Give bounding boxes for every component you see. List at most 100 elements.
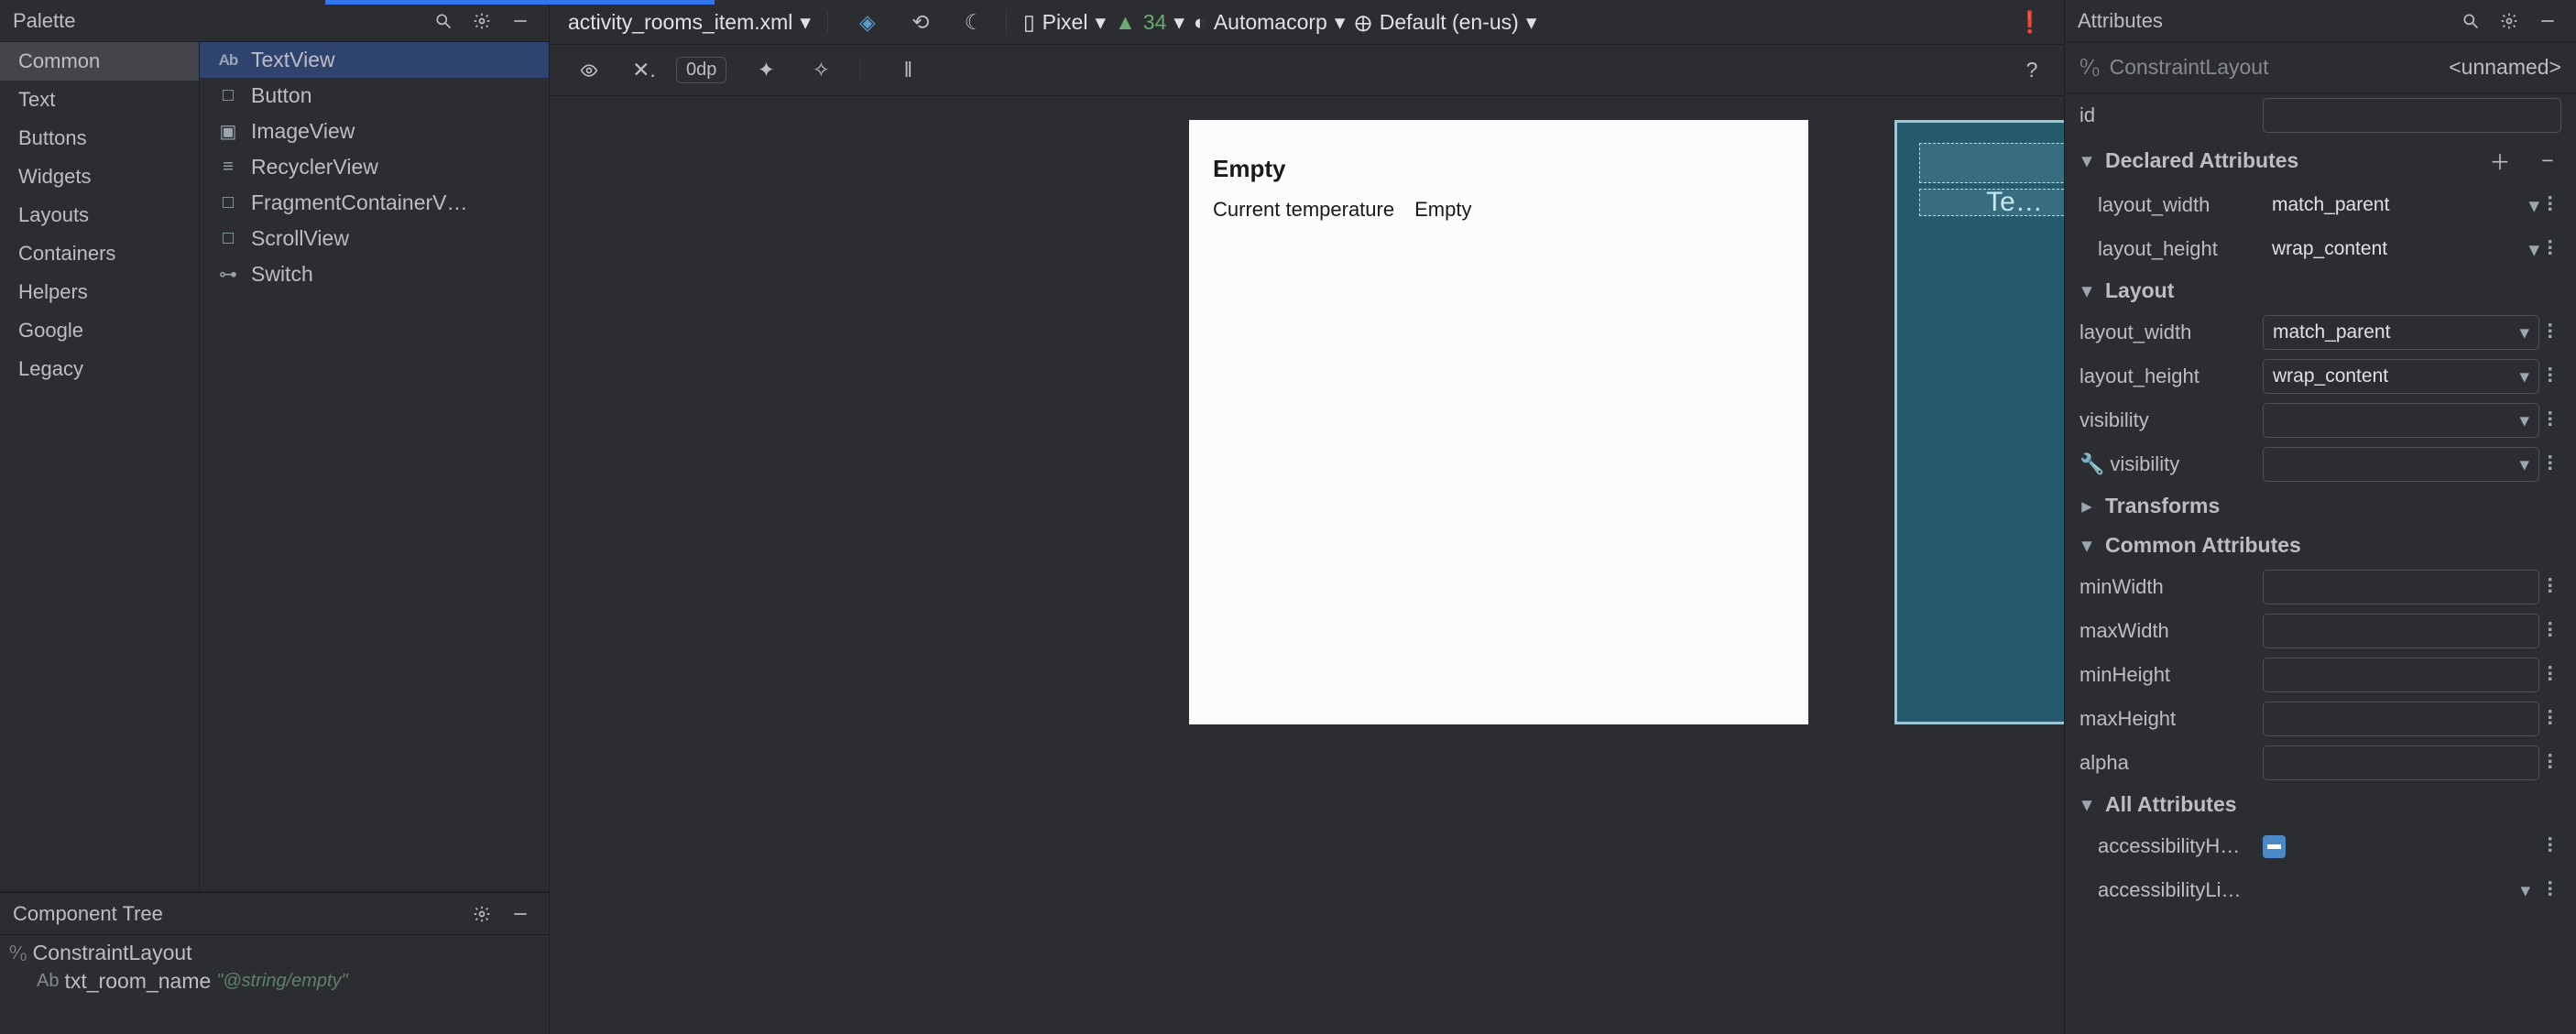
night-mode-icon[interactable]: ☾: [958, 6, 989, 38]
gear-icon[interactable]: [466, 5, 497, 37]
more-icon[interactable]: ⠇: [2545, 663, 2561, 688]
minimize-icon[interactable]: [2532, 5, 2563, 37]
preview-label: Empty: [1414, 198, 1471, 222]
checkbox-indeterminate-icon[interactable]: [2263, 835, 2286, 858]
palette-category-buttons[interactable]: Buttons: [0, 119, 199, 158]
minimize-icon[interactable]: [505, 898, 536, 930]
palette-item-fragment[interactable]: □FragmentContainerV…: [200, 185, 549, 221]
more-icon[interactable]: ⠇: [2545, 408, 2561, 433]
guidelines-icon[interactable]: ‖: [892, 55, 923, 86]
preview-title: Empty: [1189, 120, 1808, 194]
more-icon[interactable]: ⠇: [2545, 878, 2561, 903]
maxheight-input[interactable]: [2263, 702, 2539, 736]
alpha-input[interactable]: [2263, 746, 2539, 780]
section-title: Common Attributes: [2105, 533, 2301, 558]
minheight-input[interactable]: [2263, 658, 2539, 692]
design-mode-icon[interactable]: ◈: [852, 6, 883, 38]
palette-category-legacy[interactable]: Legacy: [0, 350, 199, 388]
file-dropdown[interactable]: activity_rooms_item.xml ▾: [568, 10, 811, 35]
section-common-attributes[interactable]: ▾ Common Attributes: [2065, 526, 2576, 565]
help-icon[interactable]: ?: [2016, 55, 2047, 86]
more-icon[interactable]: ⠇: [2545, 237, 2561, 262]
more-icon[interactable]: ⠇: [2545, 321, 2561, 345]
attr-row-declared-width: layout_width match_parent ▾ ⠇: [2065, 183, 2576, 227]
blueprint-preview[interactable]: TextView Te… TextView: [1894, 120, 2064, 724]
section-title: Layout: [2105, 278, 2174, 303]
attr-label: minWidth: [2079, 575, 2254, 599]
tree-node-label: txt_room_name: [64, 969, 211, 994]
palette-category-widgets[interactable]: Widgets: [0, 158, 199, 196]
palette-categories: Common Text Buttons Widgets Layouts Cont…: [0, 42, 200, 891]
palette-item-recyclerview[interactable]: ≡RecyclerView: [200, 149, 549, 185]
layout-height-dropdown[interactable]: wrap_content▾: [2263, 359, 2539, 394]
section-transforms[interactable]: ▸ Transforms: [2065, 486, 2576, 526]
section-declared-attributes[interactable]: ▾ Declared Attributes ＋ −: [2065, 137, 2576, 183]
eye-icon[interactable]: [573, 55, 605, 86]
palette-category-text[interactable]: Text: [0, 81, 199, 119]
warnings-icon[interactable]: ❗: [2014, 6, 2046, 38]
add-icon[interactable]: ＋: [2484, 145, 2516, 176]
gear-icon[interactable]: [466, 898, 497, 930]
more-icon[interactable]: ⠇: [2545, 707, 2561, 732]
device-picker[interactable]: ▯ Pixel ▾: [1023, 10, 1106, 35]
attr-label: accessibilityH…: [2079, 834, 2254, 858]
api-picker[interactable]: ▲ 34 ▾: [1115, 10, 1184, 35]
more-icon[interactable]: ⠇: [2545, 619, 2561, 644]
autoconnect-icon[interactable]: ✕.: [628, 55, 660, 86]
more-icon[interactable]: ⠇: [2545, 751, 2561, 776]
blueprint-textview[interactable]: TextView: [1919, 143, 2064, 183]
accessibility-live-dropdown[interactable]: ▾: [2263, 873, 2539, 908]
minwidth-input[interactable]: [2263, 570, 2539, 604]
attributes-scroll[interactable]: id ▾ Declared Attributes ＋ − layout_widt…: [2065, 93, 2576, 1034]
attr-value[interactable]: wrap_content: [2263, 232, 2523, 267]
visibility-dropdown[interactable]: ▾: [2263, 403, 2539, 438]
search-icon[interactable]: [2455, 5, 2486, 37]
locale-picker[interactable]: 🜨 Default (en-us) ▾: [1354, 1, 1536, 44]
chevron-down-icon[interactable]: ▾: [2528, 193, 2539, 218]
remove-icon[interactable]: −: [2532, 145, 2563, 176]
section-all-attributes[interactable]: ▾ All Attributes: [2065, 785, 2576, 824]
more-icon[interactable]: ⠇: [2545, 575, 2561, 600]
chevron-down-icon: ▾: [2078, 533, 2096, 558]
theme-picker[interactable]: ◐ Automacorp ▾: [1194, 10, 1345, 35]
attr-label: accessibilityLi…: [2079, 878, 2254, 902]
search-icon[interactable]: [428, 5, 459, 37]
palette-item-switch[interactable]: ⊶Switch: [200, 256, 549, 292]
design-canvas[interactable]: Empty Current temperature Empty TextView…: [550, 96, 2064, 1034]
section-layout[interactable]: ▾ Layout: [2065, 271, 2576, 310]
gear-icon[interactable]: [2494, 5, 2525, 37]
chevron-down-icon: ▾: [1095, 10, 1106, 35]
chevron-down-icon: ▾: [2078, 148, 2096, 173]
palette-category-common[interactable]: Common: [0, 42, 199, 81]
more-icon[interactable]: ⠇: [2545, 452, 2561, 477]
palette-item-scrollview[interactable]: □ScrollView: [200, 221, 549, 256]
palette-item-textview[interactable]: AbTextView: [200, 42, 549, 78]
button-icon: □: [216, 85, 240, 106]
palette-item-button[interactable]: □Button: [200, 78, 549, 114]
more-icon[interactable]: ⠇: [2545, 365, 2561, 389]
attr-value[interactable]: match_parent: [2263, 188, 2523, 223]
tools-visibility-dropdown[interactable]: ▾: [2263, 447, 2539, 482]
chevron-down-icon[interactable]: ▾: [2528, 237, 2539, 262]
id-input[interactable]: [2263, 98, 2561, 133]
blueprint-textview[interactable]: Te…: [1919, 189, 2064, 216]
android-icon: ▲: [1115, 10, 1136, 35]
clear-constraints-icon[interactable]: ✦: [750, 55, 781, 86]
palette-item-imageview[interactable]: ▣ImageView: [200, 114, 549, 149]
palette-category-google[interactable]: Google: [0, 311, 199, 350]
text-icon: Ab: [216, 51, 240, 70]
design-preview[interactable]: Empty Current temperature Empty: [1189, 120, 1808, 724]
more-icon[interactable]: ⠇: [2545, 193, 2561, 218]
palette-category-containers[interactable]: Containers: [0, 234, 199, 273]
maxwidth-input[interactable]: [2263, 614, 2539, 648]
palette-category-layouts[interactable]: Layouts: [0, 196, 199, 234]
tree-child-txt-room-name[interactable]: Ab txt_room_name "@string/empty": [0, 967, 549, 996]
minimize-icon[interactable]: [505, 5, 536, 37]
orientation-icon[interactable]: ⟲: [905, 6, 936, 38]
infer-constraints-icon[interactable]: ✧: [805, 55, 836, 86]
more-icon[interactable]: ⠇: [2545, 834, 2561, 859]
palette-category-helpers[interactable]: Helpers: [0, 273, 199, 311]
default-margin[interactable]: 0dp: [676, 57, 726, 83]
tree-root-constraintlayout[interactable]: ⁰⁄₀ ConstraintLayout: [0, 939, 549, 967]
layout-width-dropdown[interactable]: match_parent▾: [2263, 315, 2539, 350]
